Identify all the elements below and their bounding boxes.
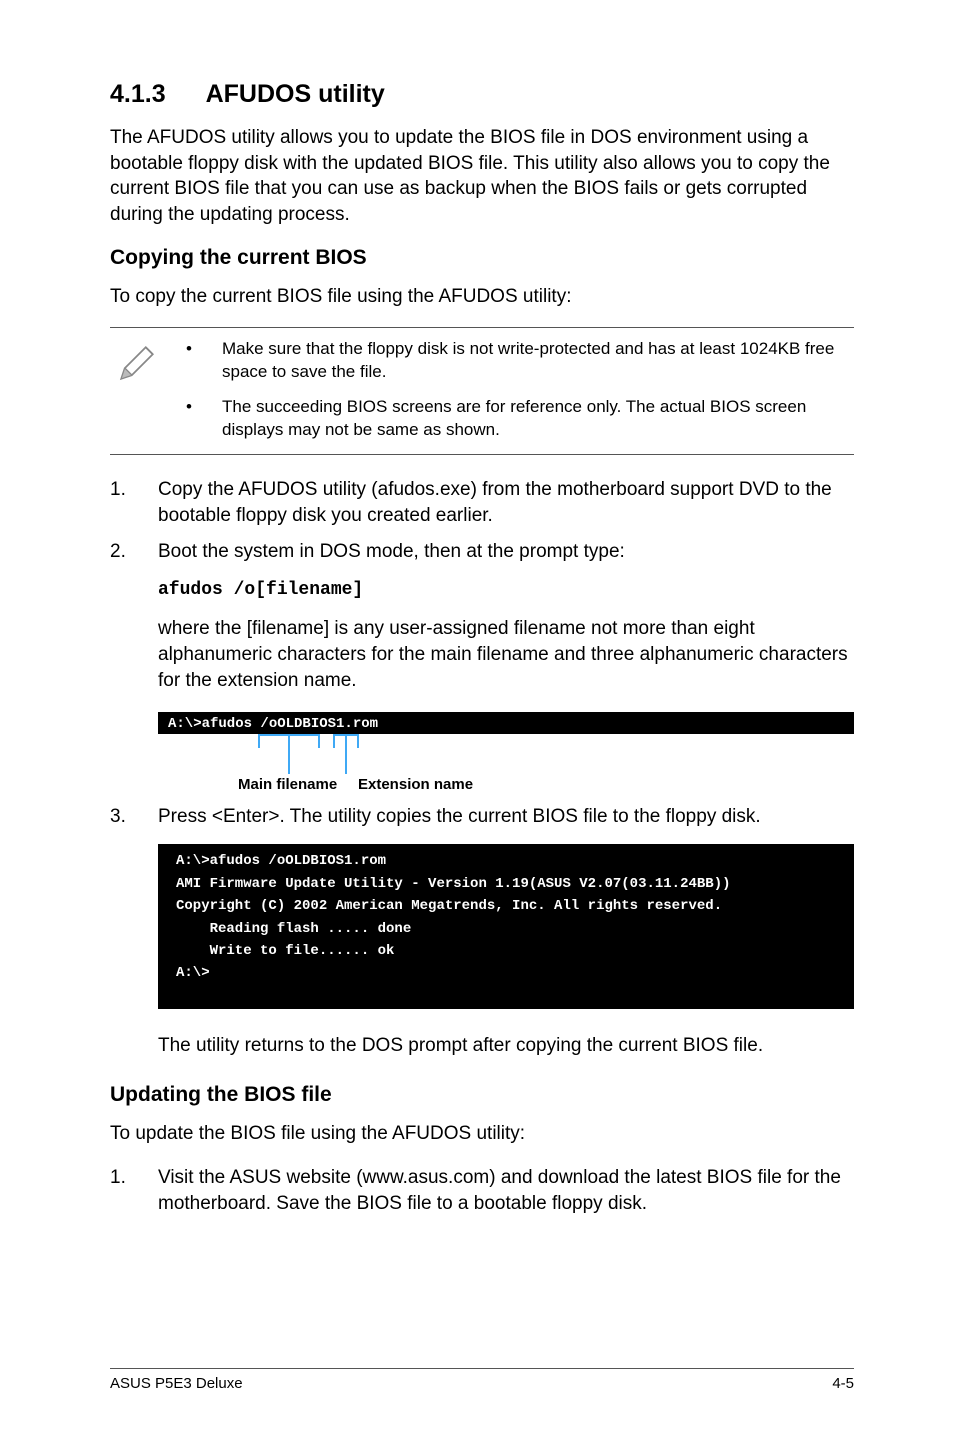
step: 1. Copy the AFUDOS utility (afudos.exe) … — [110, 477, 854, 529]
where-paragraph: where the [filename] is any user-assigne… — [158, 616, 854, 695]
footer-left: ASUS P5E3 Deluxe — [110, 1375, 243, 1392]
note-item: • The succeeding BIOS screens are for re… — [186, 396, 848, 442]
note-block: • Make sure that the floppy disk is not … — [110, 327, 854, 455]
note-item: • Make sure that the floppy disk is not … — [186, 338, 848, 384]
update-intro: To update the BIOS file using the AFUDOS… — [110, 1121, 854, 1147]
connector-line — [288, 734, 290, 774]
annotation-label-ext: Extension name — [358, 776, 473, 793]
step-number: 3. — [110, 804, 158, 830]
intro-paragraph: The AFUDOS utility allows you to update … — [110, 125, 854, 228]
step-number: 1. — [110, 1165, 158, 1217]
footer-page-number: 4-5 — [832, 1375, 854, 1392]
step-number: 2. — [110, 539, 158, 565]
step-body: Copy the AFUDOS utility (afudos.exe) fro… — [158, 477, 854, 529]
step-body: Press <Enter>. The utility copies the cu… — [158, 804, 854, 830]
bullet-icon: • — [186, 396, 222, 442]
terminal-output: A:\>afudos /oOLDBIOS1.rom AMI Firmware U… — [158, 844, 854, 1008]
connector-line — [318, 734, 320, 748]
note-text: Make sure that the floppy disk is not wr… — [222, 338, 848, 384]
note-list: • Make sure that the floppy disk is not … — [186, 338, 848, 444]
connector-line — [345, 734, 347, 774]
bullet-icon: • — [186, 338, 222, 384]
annotation-figure: Main filename Extension name — [158, 734, 854, 804]
section-title: AFUDOS utility — [206, 80, 385, 108]
step-body: Visit the ASUS website (www.asus.com) an… — [158, 1165, 854, 1217]
step-number: 1. — [110, 477, 158, 529]
update-heading: Updating the BIOS file — [110, 1083, 854, 1107]
copy-intro: To copy the current BIOS file using the … — [110, 284, 854, 310]
note-text: The succeeding BIOS screens are for refe… — [222, 396, 848, 442]
step: 1. Visit the ASUS website (www.asus.com)… — [110, 1165, 854, 1217]
note-pencil-icon — [116, 338, 186, 389]
connector-line — [258, 734, 260, 748]
section-heading: 4.1.3 AFUDOS utility — [110, 80, 854, 109]
page-footer: ASUS P5E3 Deluxe 4-5 — [110, 1368, 854, 1392]
annotation-label-main: Main filename — [238, 776, 337, 793]
step-body: Boot the system in DOS mode, then at the… — [158, 539, 854, 565]
connector-line — [357, 734, 359, 748]
connector-line — [333, 734, 335, 748]
step: 2. Boot the system in DOS mode, then at … — [110, 539, 854, 565]
step: 3. Press <Enter>. The utility copies the… — [110, 804, 854, 830]
step-list: 1. Copy the AFUDOS utility (afudos.exe) … — [110, 477, 854, 566]
copy-heading: Copying the current BIOS — [110, 246, 854, 270]
terminal-output: A:\>afudos /oOLDBIOS1.rom — [158, 712, 854, 734]
return-paragraph: The utility returns to the DOS prompt af… — [158, 1033, 854, 1059]
section-number: 4.1.3 — [110, 80, 166, 109]
command-line: afudos /o[filename] — [158, 580, 854, 600]
